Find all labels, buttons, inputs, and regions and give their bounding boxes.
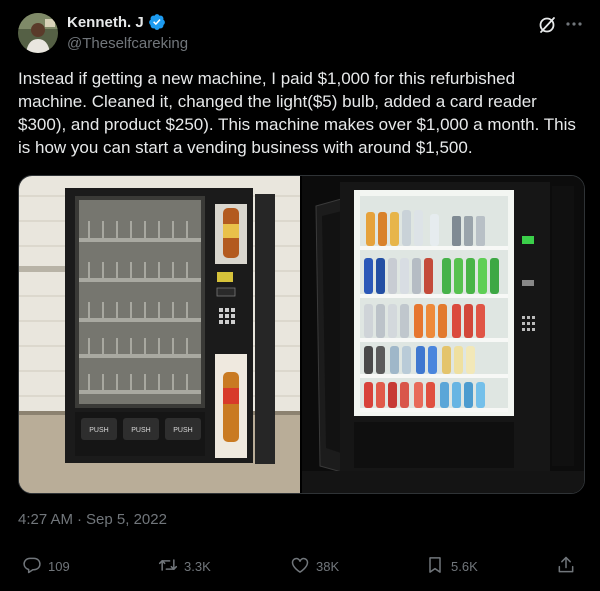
media-photo-stocked-vending-machine[interactable]	[302, 176, 584, 493]
bookmark-count: 5.6K	[451, 559, 478, 574]
reply-button[interactable]: 109	[22, 555, 70, 578]
verified-badge-icon	[148, 13, 166, 31]
author-display-name[interactable]: Kenneth. J	[67, 14, 144, 31]
tweet-time: 4:27 AM	[18, 511, 74, 528]
tweet-date: Sep 5, 2022	[86, 511, 167, 528]
user-avatar[interactable]	[18, 13, 58, 53]
reply-count: 109	[48, 559, 70, 574]
tweet-text: Instead if getting a new machine, I paid…	[18, 69, 576, 157]
push-label: PUSH	[173, 427, 192, 434]
media-photo-empty-vending-machine[interactable]: PUSH PUSH PUSH	[19, 176, 300, 493]
tweet-media[interactable]: PUSH PUSH PUSH	[18, 175, 585, 494]
more-icon[interactable]	[563, 14, 585, 34]
share-icon	[556, 555, 576, 578]
push-label: PUSH	[89, 427, 108, 434]
timestamp-separator: ·	[77, 511, 83, 528]
grok-icon[interactable]	[537, 15, 557, 35]
bookmark-icon	[425, 555, 445, 578]
tweet-timestamp[interactable]: 4:27 AM · Sep 5, 2022	[18, 511, 167, 528]
push-label: PUSH	[131, 427, 150, 434]
like-count: 38K	[316, 559, 340, 574]
tweet-card: Kenneth. J @Theselfcareking Instead if g…	[0, 0, 600, 591]
author-handle[interactable]: @Theselfcareking	[67, 35, 188, 52]
bookmark-button[interactable]: 5.6K	[425, 555, 478, 578]
like-icon	[290, 555, 310, 578]
tweet-actions-bar: 109 3.3K 38K 5.6K	[0, 555, 600, 585]
retweet-button[interactable]: 3.3K	[158, 555, 211, 578]
retweet-icon	[158, 555, 178, 578]
retweet-count: 3.3K	[184, 559, 211, 574]
like-button[interactable]: 38K	[290, 555, 339, 578]
reply-icon	[22, 555, 42, 578]
share-button[interactable]	[556, 555, 576, 578]
